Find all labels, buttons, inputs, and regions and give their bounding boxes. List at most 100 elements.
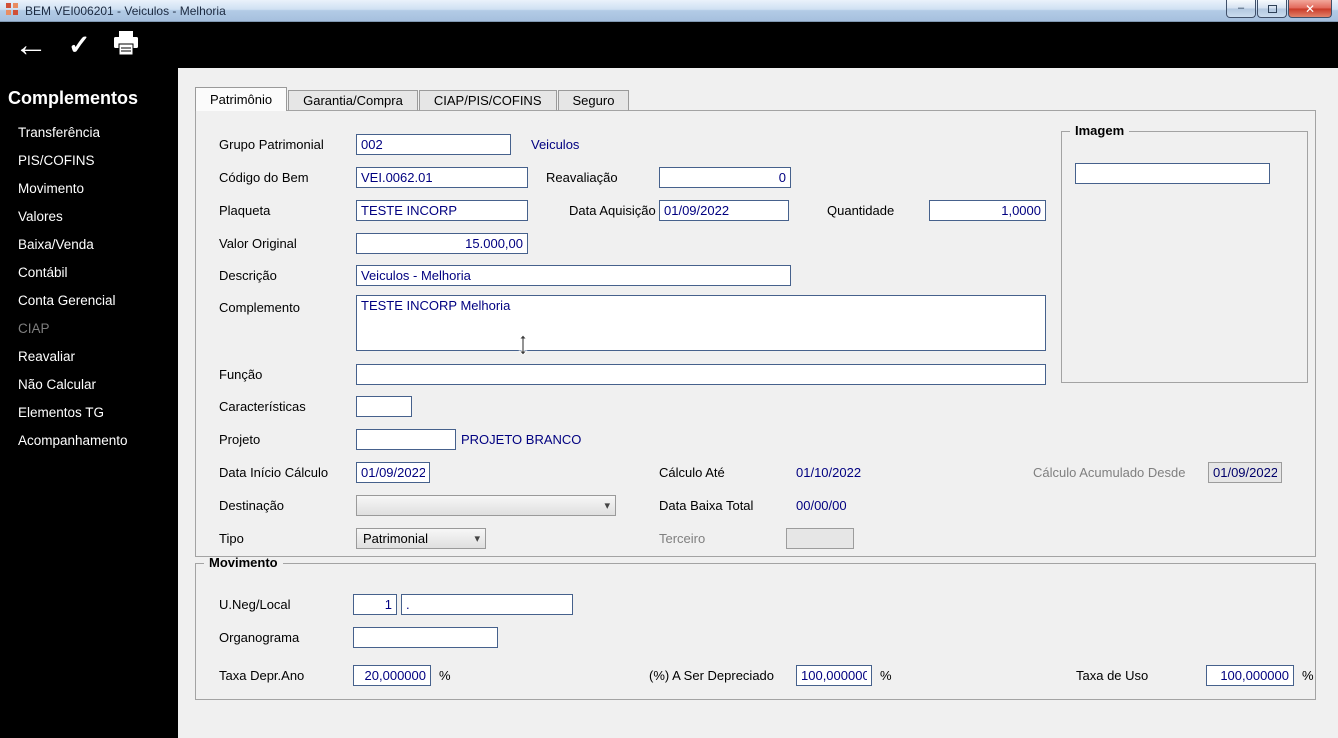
sidebar-item-contabil[interactable]: Contábil bbox=[0, 259, 178, 287]
plaqueta-input[interactable] bbox=[356, 200, 528, 221]
descricao-label: Descrição bbox=[219, 268, 277, 283]
a-ser-depreciado-label: (%) A Ser Depreciado bbox=[649, 668, 775, 683]
window-title: BEM VEI006201 - Veiculos - Melhoria bbox=[25, 3, 226, 18]
taxa-de-uso-input[interactable] bbox=[1206, 665, 1294, 686]
imagem-input[interactable] bbox=[1075, 163, 1270, 184]
data-aquisicao-input[interactable] bbox=[659, 200, 789, 221]
uneg-local-label: U.Neg/Local bbox=[219, 597, 291, 612]
valor-original-label: Valor Original bbox=[219, 236, 297, 251]
sidebar: Complementos Transferência PIS/COFINS Mo… bbox=[0, 68, 178, 738]
calculo-acumulado-desde-label: Cálculo Acumulado Desde bbox=[1033, 465, 1186, 480]
complemento-textarea[interactable]: TESTE INCORP Melhoria bbox=[356, 295, 1046, 351]
destinacao-label: Destinação bbox=[219, 498, 285, 513]
uneg-local-desc-input[interactable] bbox=[401, 594, 573, 615]
projeto-description: PROJETO BRANCO bbox=[461, 432, 582, 447]
close-button[interactable]: ✕ bbox=[1288, 0, 1332, 18]
back-arrow-icon: ← bbox=[14, 26, 48, 64]
caracteristicas-label: Características bbox=[219, 399, 306, 414]
grupo-patrimonial-input[interactable] bbox=[356, 134, 511, 155]
tab-strip: Patrimônio Garantia/Compra CIAP/PIS/COFI… bbox=[195, 87, 630, 111]
sidebar-item-valores[interactable]: Valores bbox=[0, 203, 178, 231]
sidebar-item-reavaliar[interactable]: Reavaliar bbox=[0, 343, 178, 371]
chevron-down-icon: ▾ bbox=[474, 533, 480, 545]
funcao-input[interactable] bbox=[356, 364, 1046, 385]
descricao-input[interactable] bbox=[356, 265, 791, 286]
print-button[interactable] bbox=[111, 30, 141, 60]
sidebar-item-acompanhamento[interactable]: Acompanhamento bbox=[0, 427, 178, 455]
destinacao-select[interactable]: ▾ bbox=[356, 495, 616, 516]
sidebar-item-nao-calcular[interactable]: Não Calcular bbox=[0, 371, 178, 399]
printer-icon bbox=[111, 30, 141, 60]
calculo-ate-value: 01/10/2022 bbox=[796, 465, 862, 480]
sidebar-item-conta-gerencial[interactable]: Conta Gerencial bbox=[0, 287, 178, 315]
projeto-input[interactable] bbox=[356, 429, 456, 450]
reavaliacao-label: Reavaliação bbox=[546, 170, 618, 185]
imagem-group: Imagem bbox=[1061, 123, 1308, 383]
sidebar-item-pis-cofins[interactable]: PIS/COFINS bbox=[0, 147, 178, 175]
taxa-de-uso-label: Taxa de Uso bbox=[1076, 668, 1149, 683]
minimize-button[interactable]: – bbox=[1226, 0, 1256, 18]
a-ser-depreciado-unit: % bbox=[880, 668, 892, 683]
reavaliacao-input[interactable] bbox=[659, 167, 791, 188]
organograma-input[interactable] bbox=[353, 627, 498, 648]
tipo-label: Tipo bbox=[219, 531, 244, 546]
back-button[interactable]: ← bbox=[14, 28, 48, 62]
sidebar-item-movimento[interactable]: Movimento bbox=[0, 175, 178, 203]
uneg-local-num-input[interactable] bbox=[353, 594, 397, 615]
maximize-button[interactable] bbox=[1257, 0, 1287, 18]
toolbar: ← ✓ bbox=[0, 22, 1338, 68]
sidebar-item-baixa-venda[interactable]: Baixa/Venda bbox=[0, 231, 178, 259]
projeto-label: Projeto bbox=[219, 432, 261, 447]
confirm-button[interactable]: ✓ bbox=[68, 29, 91, 60]
calculo-acumulado-desde-input bbox=[1208, 462, 1282, 483]
organograma-label: Organograma bbox=[219, 630, 300, 645]
codigo-bem-input[interactable] bbox=[356, 167, 528, 188]
valor-original-input[interactable] bbox=[356, 233, 528, 254]
close-icon: ✕ bbox=[1304, 1, 1316, 16]
data-inicio-calculo-label: Data Início Cálculo bbox=[219, 465, 329, 480]
taxa-de-uso-unit: % bbox=[1302, 668, 1314, 683]
chevron-down-icon: ▾ bbox=[604, 500, 610, 512]
caracteristicas-input[interactable] bbox=[356, 396, 412, 417]
movimento-group-legend: Movimento bbox=[204, 555, 283, 570]
tab-garantia-compra[interactable]: Garantia/Compra bbox=[288, 90, 418, 111]
main-content: Patrimônio Garantia/Compra CIAP/PIS/COFI… bbox=[178, 68, 1338, 738]
tab-ciap-pis-cofins[interactable]: CIAP/PIS/COFINS bbox=[418, 90, 557, 111]
app-window: BEM VEI006201 - Veiculos - Melhoria – ✕ … bbox=[0, 0, 1338, 738]
checkmark-icon: ✓ bbox=[68, 29, 91, 60]
grupo-patrimonial-label: Grupo Patrimonial bbox=[219, 137, 324, 152]
complemento-label: Complemento bbox=[219, 300, 300, 315]
grupo-patrimonial-description: Veiculos bbox=[531, 137, 580, 152]
data-baixa-total-label: Data Baixa Total bbox=[659, 498, 754, 513]
sidebar-heading: Complementos bbox=[8, 88, 139, 108]
data-aquisicao-label: Data Aquisição bbox=[569, 203, 656, 218]
terceiro-label: Terceiro bbox=[659, 531, 706, 546]
calculo-ate-label: Cálculo Até bbox=[659, 465, 725, 480]
codigo-bem-label: Código do Bem bbox=[219, 170, 309, 185]
sidebar-item-transferencia[interactable]: Transferência bbox=[0, 119, 178, 147]
sidebar-item-elementos-tg[interactable]: Elementos TG bbox=[0, 399, 178, 427]
window-controls: – ✕ bbox=[1225, 0, 1332, 18]
movimento-group: Movimento U.Neg/Local Organograma Taxa D… bbox=[195, 555, 1316, 700]
terceiro-input bbox=[786, 528, 854, 549]
tipo-selected-value: Patrimonial bbox=[363, 531, 429, 546]
quantidade-label: Quantidade bbox=[827, 203, 895, 218]
data-baixa-total-value: 00/00/00 bbox=[796, 498, 847, 513]
tab-seguro[interactable]: Seguro bbox=[557, 90, 630, 111]
plaqueta-label: Plaqueta bbox=[219, 203, 271, 218]
maximize-icon bbox=[1267, 4, 1277, 13]
taxa-depr-ano-label: Taxa Depr.Ano bbox=[219, 668, 305, 683]
a-ser-depreciado-input[interactable] bbox=[796, 665, 872, 686]
tipo-select[interactable]: Patrimonial ▾ bbox=[356, 528, 486, 549]
sidebar-item-ciap: CIAP bbox=[18, 321, 50, 336]
title-bar: BEM VEI006201 - Veiculos - Melhoria – ✕ bbox=[0, 0, 1338, 22]
mouse-cursor bbox=[515, 334, 531, 359]
tab-patrimonio[interactable]: Patrimônio bbox=[195, 87, 288, 111]
taxa-depr-ano-input[interactable] bbox=[353, 665, 431, 686]
patrimonio-panel: Grupo Patrimonial Veiculos Código do Bem… bbox=[195, 110, 1316, 557]
minimize-icon: – bbox=[1237, 2, 1245, 14]
taxa-depr-ano-unit: % bbox=[439, 668, 451, 683]
funcao-label: Função bbox=[219, 367, 263, 382]
quantidade-input[interactable] bbox=[929, 200, 1046, 221]
data-inicio-calculo-input[interactable] bbox=[356, 462, 430, 483]
